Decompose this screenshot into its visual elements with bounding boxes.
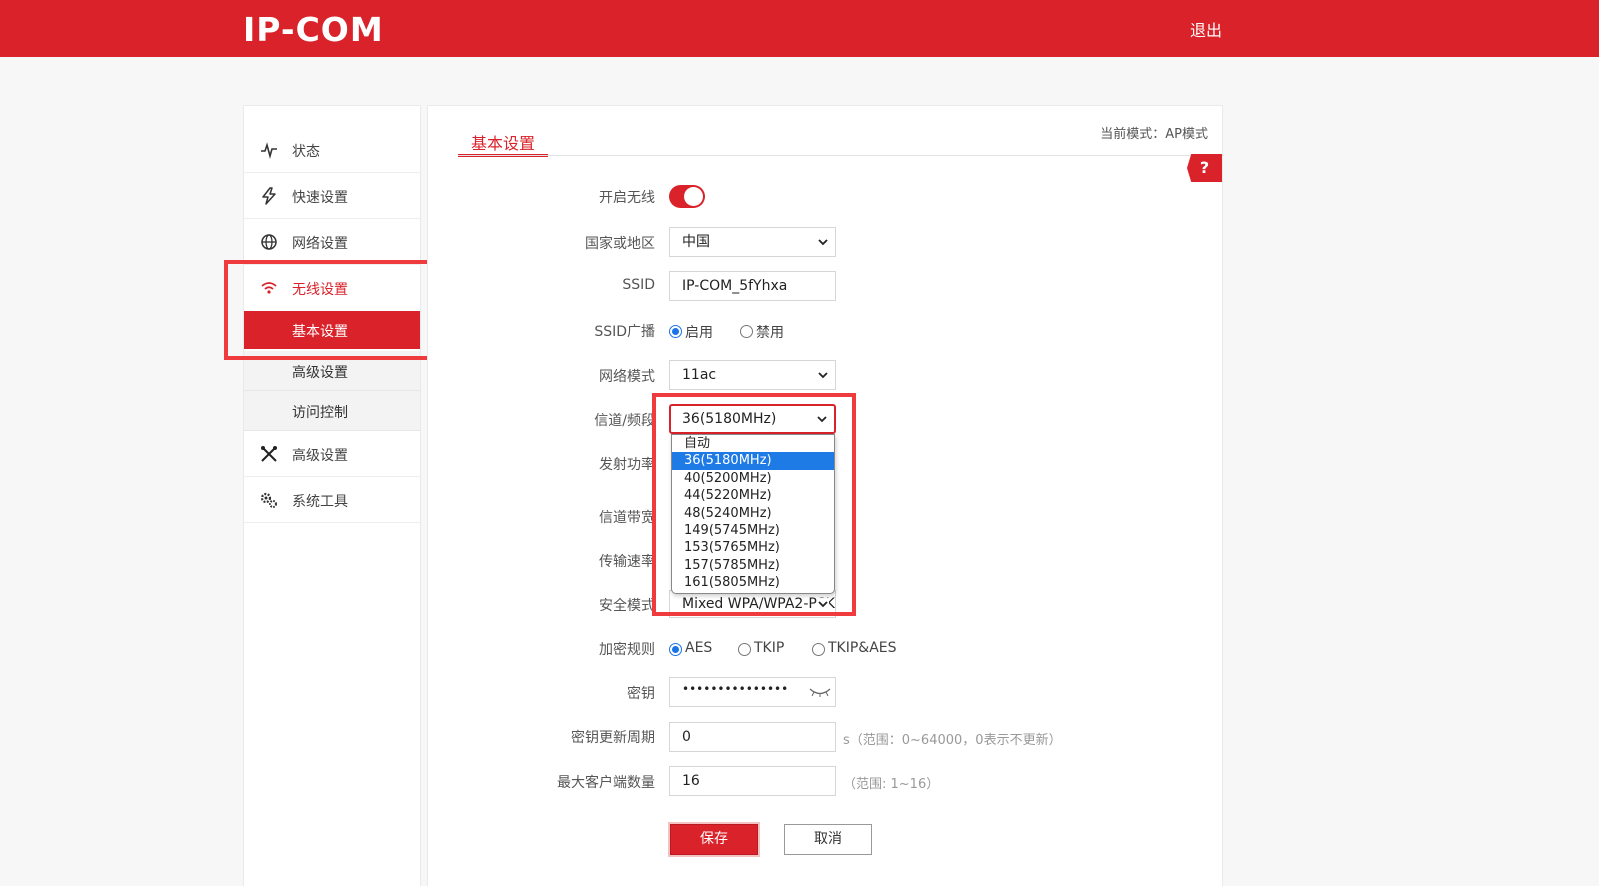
label-ssid-broadcast: SSID广播: [594, 324, 655, 340]
channel-option[interactable]: 自动: [672, 435, 834, 452]
gears-icon: [260, 492, 277, 508]
channel-select[interactable]: 36(5180MHz): [669, 404, 836, 434]
eye-closed-icon[interactable]: [809, 686, 831, 698]
channel-option-selected[interactable]: 36(5180MHz): [672, 452, 834, 470]
pulse-icon: [261, 142, 277, 159]
sidebar-item-wireless[interactable]: 无线设置: [244, 265, 420, 311]
sidebar-subitem-basic[interactable]: 基本设置: [244, 311, 420, 349]
sidebar-item-label: 状态: [292, 144, 320, 160]
radio-label: TKIP: [754, 640, 785, 656]
label-security: 安全模式: [599, 598, 655, 614]
tab-basic-settings[interactable]: 基本设置: [458, 130, 548, 157]
tab-divider: [458, 155, 1224, 156]
sidebar: 状态 快速设置 网络设置 无线设置 基本设置 高级设置 访问控制 高级设置 系统…: [243, 105, 421, 886]
sidebar-item-label: 网络设置: [292, 236, 348, 252]
label-country: 国家或地区: [585, 236, 655, 252]
sidebar-subitem-label: 高级设置: [292, 365, 348, 381]
sidebar-item-label: 快速设置: [292, 190, 348, 206]
label-key-period: 密钥更新周期: [571, 730, 655, 746]
channel-value: 36(5180MHz): [682, 411, 777, 427]
sidebar-subitem-access-control[interactable]: 访问控制: [244, 391, 420, 431]
radio-label: 禁用: [756, 325, 784, 341]
sidebar-subitem-advanced[interactable]: 高级设置: [244, 351, 420, 391]
tools-icon: [261, 446, 277, 462]
current-mode: 当前模式：AP模式: [1100, 127, 1208, 142]
radio-label: AES: [685, 640, 713, 656]
label-key: 密钥: [627, 686, 655, 702]
ssid-input[interactable]: IP-COM_5fYhxa: [669, 271, 836, 301]
label-tx-power: 发射功率: [599, 457, 655, 473]
label-encryption: 加密规则: [599, 642, 655, 658]
label-enable-wireless: 开启无线: [599, 190, 655, 206]
lightning-icon: [262, 187, 276, 205]
sidebar-item-advanced[interactable]: 高级设置: [244, 431, 420, 477]
channel-option[interactable]: 153(5765MHz): [672, 539, 834, 556]
label-ssid: SSID: [622, 277, 655, 293]
country-select[interactable]: 中国: [669, 227, 836, 257]
sidebar-item-quick-setup[interactable]: 快速设置: [244, 173, 420, 219]
globe-icon: [261, 234, 277, 250]
label-bandwidth: 信道带宽: [599, 510, 655, 526]
channel-option[interactable]: 44(5220MHz): [672, 487, 834, 504]
radio-dot: [738, 643, 751, 656]
country-value: 中国: [682, 234, 710, 250]
channel-dropdown-list: 自动 36(5180MHz) 40(5200MHz) 44(5220MHz) 4…: [671, 434, 835, 594]
radio-dot: [669, 325, 682, 338]
sidebar-item-system-tools[interactable]: 系统工具: [244, 477, 420, 523]
help-button[interactable]: ?: [1187, 154, 1222, 182]
logout-link[interactable]: 退出: [1190, 17, 1222, 41]
radio-dot: [740, 325, 753, 338]
radio-dot: [812, 643, 825, 656]
max-clients-value: 16: [682, 773, 700, 789]
sidebar-item-label: 系统工具: [292, 494, 348, 510]
security-value: Mixed WPA/WPA2-PSK: [682, 596, 835, 612]
save-button[interactable]: 保存: [670, 824, 758, 855]
label-channel: 信道/频段: [594, 413, 655, 429]
sidebar-item-label: 高级设置: [292, 448, 348, 464]
top-bar: IP-COM 退出: [0, 0, 1599, 57]
network-mode-select[interactable]: 11ac: [669, 360, 836, 390]
network-mode-value: 11ac: [682, 367, 717, 383]
radio-label: 启用: [685, 325, 713, 341]
logo: IP-COM: [243, 10, 384, 49]
channel-option[interactable]: 157(5785MHz): [672, 557, 834, 574]
toggle-knob: [684, 187, 703, 206]
ssid-value: IP-COM_5fYhxa: [682, 278, 788, 294]
chevron-down-icon: [817, 416, 827, 423]
wireless-toggle[interactable]: [669, 185, 705, 208]
security-select[interactable]: Mixed WPA/WPA2-PSK: [669, 590, 836, 618]
channel-option[interactable]: 161(5805MHz): [672, 574, 834, 591]
chevron-down-icon: [818, 239, 828, 246]
sidebar-subitem-label: 访问控制: [292, 405, 348, 421]
label-max-clients: 最大客户端数量: [557, 775, 655, 791]
max-clients-hint: （范围: 1~16）: [843, 777, 940, 792]
radio-label: TKIP&AES: [828, 640, 897, 656]
label-network-mode: 网络模式: [599, 369, 655, 385]
chevron-down-icon: [817, 598, 829, 610]
channel-option[interactable]: 149(5745MHz): [672, 522, 834, 539]
password-value: •••••••••••••••: [682, 682, 789, 696]
channel-option[interactable]: 48(5240MHz): [672, 505, 834, 522]
sidebar-item-status[interactable]: 状态: [244, 127, 420, 173]
max-clients-input[interactable]: 16: [669, 766, 836, 796]
key-period-input[interactable]: 0: [669, 722, 836, 752]
label-rate: 传输速率: [599, 554, 655, 570]
radio-dot: [669, 643, 682, 656]
key-period-value: 0: [682, 729, 691, 745]
key-period-hint: s（范围：0~64000，0表示不更新）: [843, 733, 1062, 748]
channel-option[interactable]: 40(5200MHz): [672, 470, 834, 487]
sidebar-item-network[interactable]: 网络设置: [244, 219, 420, 265]
cancel-button[interactable]: 取消: [784, 824, 872, 855]
sidebar-item-label: 无线设置: [292, 282, 348, 298]
chevron-down-icon: [818, 372, 828, 379]
wifi-icon: [261, 282, 277, 294]
sidebar-subitem-label: 基本设置: [292, 324, 348, 340]
